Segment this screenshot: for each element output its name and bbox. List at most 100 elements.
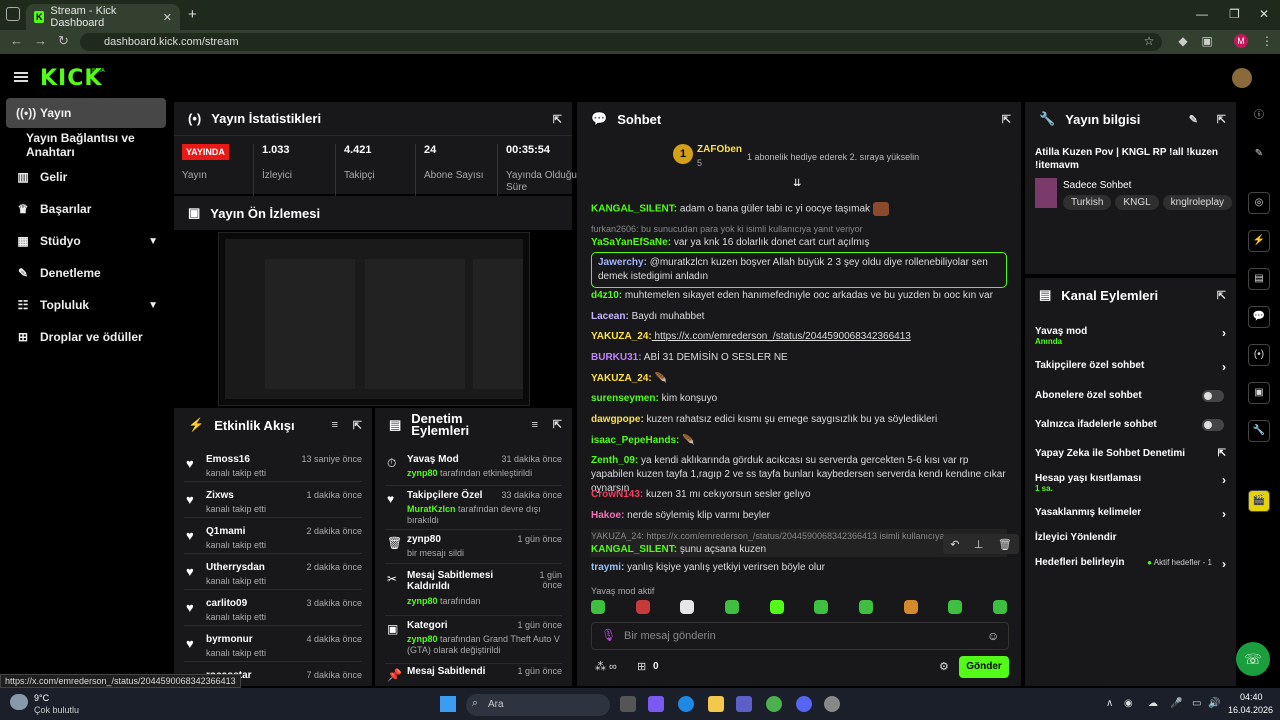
chat-user[interactable]: d4z10: — [591, 290, 622, 301]
action-account-age[interactable]: Hesap yaşı kısıtlaması 1 sa. › — [1035, 473, 1226, 499]
emote-icon[interactable] — [724, 600, 739, 614]
popout-icon[interactable]: ⇱ — [1217, 113, 1226, 126]
popout-icon[interactable]: ⇱ — [1002, 113, 1011, 126]
task-view-icon[interactable] — [620, 696, 636, 712]
bookmark-star-icon[interactable]: ☆ — [1142, 34, 1156, 48]
chat-user[interactable]: Lacean: — [591, 311, 629, 322]
feed-name[interactable]: Q1mami — [206, 526, 245, 537]
filter-icon[interactable]: ≡ — [532, 419, 538, 431]
browser-tab[interactable]: K Stream - Kick Dashboard ✕ — [26, 4, 180, 30]
discord-icon[interactable] — [796, 696, 812, 712]
sidebar-item-gelir[interactable]: ▥ Gelir — [6, 162, 166, 192]
menu-dots-icon[interactable]: ⋮ — [1260, 34, 1274, 48]
user-avatar[interactable] — [1232, 68, 1252, 88]
back-icon[interactable]: ← — [10, 33, 23, 48]
reload-icon[interactable]: ↻ — [58, 33, 69, 49]
chrome-icon[interactable] — [766, 696, 782, 712]
tray-app-icon[interactable]: ◉ — [1124, 698, 1133, 709]
feed-name[interactable]: carlito09 — [206, 598, 247, 609]
action-raid[interactable]: İzleyici Yönlendir — [1035, 532, 1226, 552]
clock-time[interactable]: 04:40 — [1240, 692, 1263, 702]
new-tab-icon[interactable]: + — [188, 6, 197, 23]
mod-user[interactable]: zynp80 — [407, 596, 438, 606]
action-follower-only[interactable]: Takipçilere özel sohbet › — [1035, 360, 1226, 380]
chat-bubble-icon[interactable]: 💬 — [1248, 306, 1270, 328]
chat-user[interactable]: CrowN143: — [591, 489, 643, 500]
chat-settings-icon[interactable]: ⚙ — [939, 660, 949, 673]
send-button[interactable]: Gönder — [959, 656, 1009, 678]
tag[interactable]: KNGL — [1115, 195, 1159, 210]
mod-user[interactable]: zynp80 — [407, 634, 438, 644]
hamburger-icon[interactable] — [14, 72, 28, 82]
support-chat-icon[interactable]: ☏ — [1236, 642, 1270, 676]
windows-start-icon[interactable] — [440, 696, 456, 712]
copilot-icon[interactable] — [648, 696, 664, 712]
reply-context[interactable]: furkan2606: bu sunucudan para yok ki isi… — [591, 222, 1007, 236]
scroll-down-icon[interactable]: ⇊ — [793, 178, 801, 189]
document-icon[interactable]: ▤ — [1248, 268, 1270, 290]
profile-avatar[interactable]: M — [1234, 34, 1248, 48]
clock-date[interactable]: 16.04.2026 — [1228, 705, 1273, 715]
stream-preview-video[interactable] — [218, 232, 530, 406]
emote-icon[interactable] — [635, 600, 650, 614]
chat-user[interactable]: Hakoe: — [591, 510, 624, 521]
emote-icon[interactable] — [680, 600, 695, 614]
close-window-icon[interactable]: ✕ — [1259, 7, 1269, 21]
emoji-picker-icon[interactable]: ☺ — [987, 629, 999, 643]
action-goals[interactable]: Hedefleri belirleyin ● Aktif hedefler - 1… — [1035, 557, 1226, 577]
emote-icon[interactable] — [948, 600, 963, 614]
chat-input[interactable]: Bir mesaj gönderin — [591, 622, 1009, 650]
category-name[interactable]: Sadece Sohbet — [1063, 180, 1131, 191]
feed-name[interactable]: Utherrysdan — [206, 562, 265, 573]
microphone-icon[interactable]: 🎙 — [601, 628, 616, 642]
chat-link[interactable]: https://x.com/emrederson_/status/2044590… — [652, 331, 911, 342]
mod-user[interactable]: MuratKzlcn — [407, 504, 456, 514]
delete-icon[interactable]: 🗑 — [998, 538, 1012, 551]
sidebar-item-droplar[interactable]: ⊞ Droplar ve ödüller — [6, 322, 166, 352]
tray-cloud-icon[interactable]: ☁ — [1148, 698, 1158, 709]
edge-icon[interactable] — [678, 696, 694, 712]
lightning-icon[interactable]: ⚡ — [1248, 230, 1270, 252]
feed-name[interactable]: Emoss16 — [206, 454, 250, 465]
file-explorer-icon[interactable] — [708, 696, 724, 712]
emote-icon[interactable] — [903, 600, 918, 614]
filter-icon[interactable]: ≡ — [332, 419, 338, 431]
extension-icon[interactable]: ◆ — [1176, 34, 1190, 48]
tray-mic-icon[interactable]: 🎤 — [1170, 698, 1182, 709]
chat-user[interactable]: YaSaYanEfSaNe: — [591, 237, 671, 248]
info-icon[interactable]: ⓘ — [1248, 106, 1270, 128]
chat-user[interactable]: dawgpope: — [591, 414, 644, 425]
mod-name[interactable]: zynp80 — [407, 534, 507, 545]
reply-icon[interactable]: ↶ — [950, 538, 959, 551]
action-emote-only[interactable]: Yalnızca ifadelerle sohbet — [1035, 419, 1226, 439]
emote-icon[interactable] — [769, 600, 784, 614]
popout-icon[interactable]: ⇱ — [353, 419, 362, 432]
minimize-icon[interactable]: — — [1196, 7, 1208, 21]
url-field[interactable]: dashboard.kick.com/stream — [80, 33, 1162, 51]
sidebar-item-basarilar[interactable]: ♛ Başarılar — [6, 194, 166, 224]
chat-user[interactable]: Zenth_09: — [591, 455, 638, 466]
gift-box-icon[interactable]: ⊞ — [637, 660, 646, 673]
community-points-icon[interactable]: ⁂ ∞ — [595, 660, 617, 673]
edit-icon[interactable]: ✎ — [1248, 144, 1270, 166]
sidebar-item-topluluk[interactable]: ☷ Topluluk ▼ — [6, 290, 166, 320]
action-slow-mode[interactable]: Yavaş mod Anında › — [1035, 326, 1226, 352]
popout-icon[interactable]: ⇱ — [553, 419, 562, 431]
wrench-icon[interactable]: 🔧 — [1248, 420, 1270, 442]
capture-icon[interactable]: ◎ — [1248, 192, 1270, 214]
sidebar-item-studyo[interactable]: ▦ Stüdyo ▼ — [6, 226, 166, 256]
chat-user[interactable]: surenseymen: — [591, 393, 659, 404]
sub-only-toggle[interactable] — [1202, 390, 1224, 402]
chat-user[interactable]: KANGAL_SILENT: — [591, 544, 677, 555]
top-gifter-name[interactable]: ZAFOben — [697, 144, 742, 155]
edit-icon[interactable]: ✎ — [1189, 113, 1198, 126]
emote-icon[interactable] — [992, 600, 1007, 614]
sidebar-item-yayin[interactable]: ((•)) Yayın — [6, 98, 166, 128]
popout-icon[interactable]: ⇱ — [553, 113, 562, 126]
tray-network-icon[interactable]: ▭ — [1192, 698, 1201, 709]
pin-icon[interactable]: ⊥ — [974, 538, 984, 551]
taskbar-search[interactable]: Ara — [466, 694, 610, 716]
channel-icon[interactable]: ▣ — [1248, 382, 1270, 404]
emote-icon[interactable] — [858, 600, 873, 614]
tray-volume-icon[interactable]: 🔊 — [1208, 698, 1220, 709]
